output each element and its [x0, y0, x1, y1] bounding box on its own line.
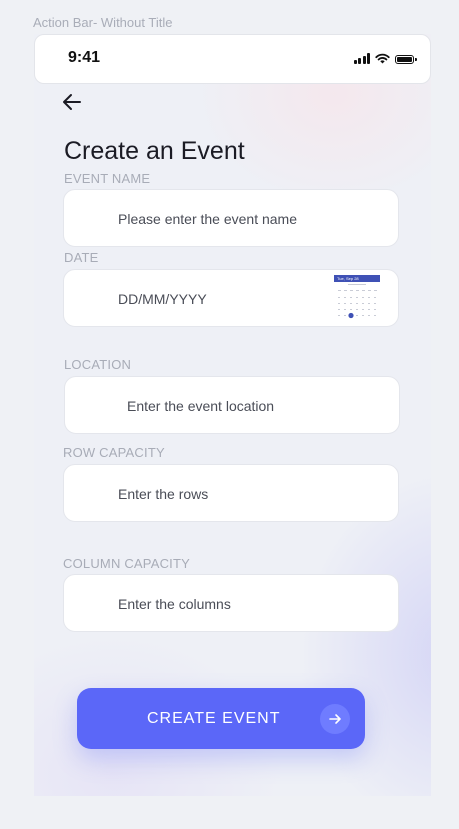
- calendar-icon[interactable]: Tue, Sep 28: [334, 275, 380, 325]
- date-label: DATE: [64, 250, 99, 265]
- event-name-input[interactable]: Please enter the event name: [63, 189, 399, 247]
- date-placeholder: DD/MM/YYYY: [118, 291, 207, 307]
- arrow-right-icon: [320, 704, 350, 734]
- create-event-label: CREATE EVENT: [147, 710, 281, 727]
- column-capacity-input[interactable]: Enter the columns: [63, 574, 399, 632]
- status-bar: 9:41: [34, 34, 431, 84]
- row-capacity-label: ROW CAPACITY: [63, 445, 165, 460]
- status-time: 9:41: [68, 49, 101, 66]
- arrow-left-icon[interactable]: [60, 90, 84, 114]
- status-icons: [353, 53, 417, 64]
- column-capacity-label: COLUMN CAPACITY: [63, 556, 190, 571]
- row-capacity-placeholder: Enter the rows: [118, 486, 209, 502]
- frame-label: Action Bar- Without Title: [33, 15, 173, 30]
- row-capacity-input[interactable]: Enter the rows: [63, 464, 399, 522]
- calendar-header: Tue, Sep 28: [337, 276, 359, 281]
- create-event-button[interactable]: CREATE EVENT: [77, 688, 365, 749]
- location-label: LOCATION: [64, 357, 132, 372]
- event-name-label: EVENT NAME: [64, 171, 151, 186]
- wifi-icon: [375, 53, 390, 64]
- battery-icon: [395, 55, 417, 64]
- date-input[interactable]: DD/MM/YYYY Tue, Sep 28: [63, 269, 399, 327]
- page-title: Create an Event: [64, 137, 245, 165]
- event-name-placeholder: Please enter the event name: [118, 211, 298, 227]
- signal-icon: [353, 53, 370, 64]
- column-capacity-placeholder: Enter the columns: [118, 596, 231, 612]
- location-input[interactable]: Enter the event location: [64, 376, 400, 434]
- location-placeholder: Enter the event location: [127, 398, 275, 414]
